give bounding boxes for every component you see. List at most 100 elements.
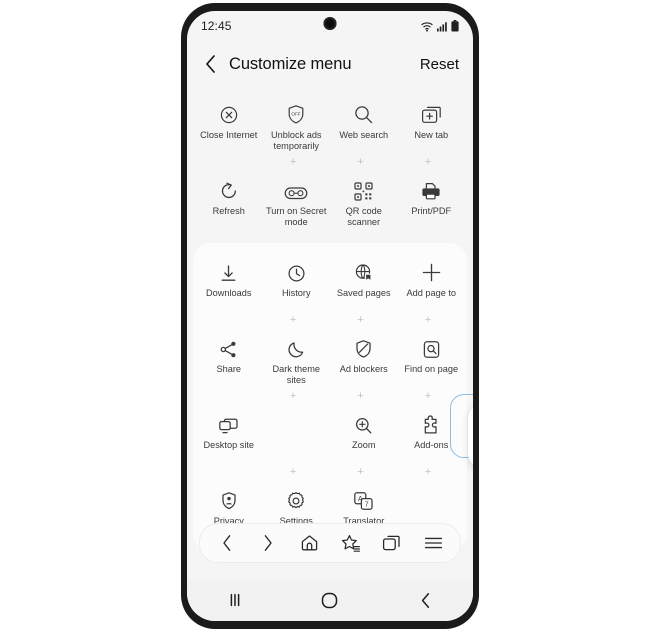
- menu-item-label: Unblock ads temporarily: [270, 130, 322, 151]
- find-on-page-icon: [422, 333, 441, 359]
- circle-home-icon: [321, 592, 338, 609]
- desktop-icon: [218, 409, 239, 435]
- add-slot-separator[interactable]: +: [296, 390, 363, 402]
- menu-item-label: Add page to: [406, 288, 457, 298]
- svg-text:OFF: OFF: [292, 112, 301, 117]
- star-list-icon: [341, 534, 361, 553]
- nav-back-button[interactable]: [402, 583, 448, 617]
- back-button[interactable]: [197, 51, 223, 77]
- add-slot-separator[interactable]: +: [364, 390, 431, 402]
- wifi-icon: [421, 21, 434, 32]
- add-slot-separator[interactable]: +: [364, 314, 431, 326]
- main-menu-row-3: Desktop site T Text size: [195, 403, 465, 465]
- toolbar-tabs-button[interactable]: [375, 526, 409, 560]
- menu-item-print-pdf[interactable]: Print/PDF: [398, 169, 466, 231]
- add-slot-separator[interactable]: +: [296, 156, 363, 168]
- status-icons: [421, 20, 459, 32]
- separator-row: + + + +: [195, 389, 465, 403]
- menu-item-saved-pages[interactable]: Saved pages: [330, 251, 398, 313]
- screenshot-root: 12:45 Customize menu Reset Close Interne…: [0, 0, 660, 632]
- page-title: Customize menu: [229, 54, 352, 73]
- menu-item-history[interactable]: History: [263, 251, 331, 313]
- menu-item-close-internet[interactable]: Close Internet: [195, 93, 263, 155]
- reset-button[interactable]: Reset: [420, 56, 459, 73]
- add-slot-separator[interactable]: +: [296, 314, 363, 326]
- menu-item-qr-scanner[interactable]: QR code scanner: [330, 169, 398, 231]
- menu-item-web-search[interactable]: Web search: [330, 93, 398, 155]
- refresh-icon: [219, 175, 239, 201]
- home-icon: [300, 534, 319, 552]
- separator-row: + + + +: [195, 155, 465, 169]
- menu-item-dark-theme-sites[interactable]: Dark theme sites: [263, 327, 331, 389]
- menu-item-label: New tab: [414, 130, 449, 140]
- menu-item-label: Ad blockers: [339, 364, 388, 374]
- add-slot-separator[interactable]: +: [364, 156, 431, 168]
- toolbar-forward-button[interactable]: [251, 526, 285, 560]
- separator-row: + + + +: [195, 313, 465, 327]
- menu-item-label: Zoom: [352, 440, 376, 450]
- clock-icon: [287, 257, 306, 283]
- menu-item-label: QR code scanner: [345, 206, 382, 227]
- svg-text:7: 7: [365, 502, 369, 509]
- add-slot-separator[interactable]: +: [364, 466, 431, 478]
- add-slot-separator[interactable]: +: [229, 390, 296, 402]
- menu-item-find-on-page[interactable]: Find on page: [398, 327, 466, 389]
- browser-toolbar: [199, 523, 461, 563]
- tabs-icon: [382, 534, 401, 552]
- menu-item-add-ons[interactable]: Add-ons: [398, 403, 466, 465]
- menu-item-refresh[interactable]: Refresh: [195, 169, 263, 231]
- menu-item-desktop-site[interactable]: Desktop site: [195, 403, 263, 465]
- menu-item-share[interactable]: Share: [195, 327, 263, 389]
- add-slot-separator[interactable]: +: [229, 466, 296, 478]
- toolbar-home-button[interactable]: [292, 526, 326, 560]
- printer-icon: [421, 175, 441, 201]
- phone-screen: 12:45 Customize menu Reset Close Interne…: [187, 11, 473, 621]
- dragged-item-card[interactable]: T T Text size: [468, 405, 473, 467]
- chevron-left-icon: [221, 534, 233, 552]
- mask-icon: [284, 175, 308, 201]
- menu-item-new-tab[interactable]: New tab: [398, 93, 466, 155]
- phone-frame: 12:45 Customize menu Reset Close Interne…: [181, 3, 479, 629]
- plus-icon: [421, 257, 442, 283]
- menu-item-label: Close Internet: [200, 130, 258, 140]
- menu-item-zoom[interactable]: Zoom: [330, 403, 398, 465]
- menu-item-label: Print/PDF: [411, 206, 452, 216]
- menu-item-add-page-to[interactable]: Add page to: [398, 251, 466, 313]
- menu-item-label: Web search: [339, 130, 389, 140]
- menu-item-label: Find on page: [404, 364, 459, 374]
- menu-item-label: Add-ons: [414, 440, 449, 450]
- toolbar-bookmarks-button[interactable]: [334, 526, 368, 560]
- toolbar-back-button[interactable]: [210, 526, 244, 560]
- add-slot-separator[interactable]: +: [229, 156, 296, 168]
- globe-save-icon: [354, 257, 374, 283]
- menu-item-downloads[interactable]: Downloads: [195, 251, 263, 313]
- title-bar: Customize menu Reset: [187, 41, 473, 87]
- toolbar-menu-button[interactable]: [416, 526, 450, 560]
- shield-slash-icon: [354, 333, 373, 359]
- nav-home-button[interactable]: [307, 583, 353, 617]
- menu-item-label: Share: [216, 364, 242, 374]
- android-nav-bar: [187, 579, 473, 621]
- moon-icon: [287, 333, 306, 359]
- add-slot-separator[interactable]: +: [229, 314, 296, 326]
- cellular-signal-icon: [437, 21, 448, 32]
- quick-actions-row-2: Refresh Turn on Secret mode QR code scan…: [195, 169, 465, 231]
- recents-icon: [227, 592, 243, 608]
- add-slot-separator[interactable]: +: [296, 466, 363, 478]
- menu-item-label: Dark theme sites: [272, 364, 321, 385]
- chevron-left-icon: [419, 592, 432, 609]
- nav-recents-button[interactable]: [212, 583, 258, 617]
- menu-item-ad-blockers[interactable]: Ad blockers: [330, 327, 398, 389]
- main-menu-row-2: Share Dark theme sites Ad blockers Find …: [195, 327, 465, 389]
- menu-item-unblock-ads[interactable]: OFF Unblock ads temporarily: [263, 93, 331, 155]
- main-menu-section: Downloads History Saved pages Add page t…: [193, 243, 467, 551]
- privacy-shield-icon: [220, 485, 238, 511]
- new-tab-icon: [421, 99, 442, 125]
- menu-item-label: Refresh: [212, 206, 245, 216]
- camera-punch-hole: [323, 17, 337, 30]
- menu-item-secret-mode[interactable]: Turn on Secret mode: [263, 169, 331, 231]
- status-bar: 12:45: [187, 11, 473, 41]
- share-icon: [219, 333, 238, 359]
- status-clock: 12:45: [201, 19, 232, 33]
- menu-item-label: Downloads: [206, 288, 252, 298]
